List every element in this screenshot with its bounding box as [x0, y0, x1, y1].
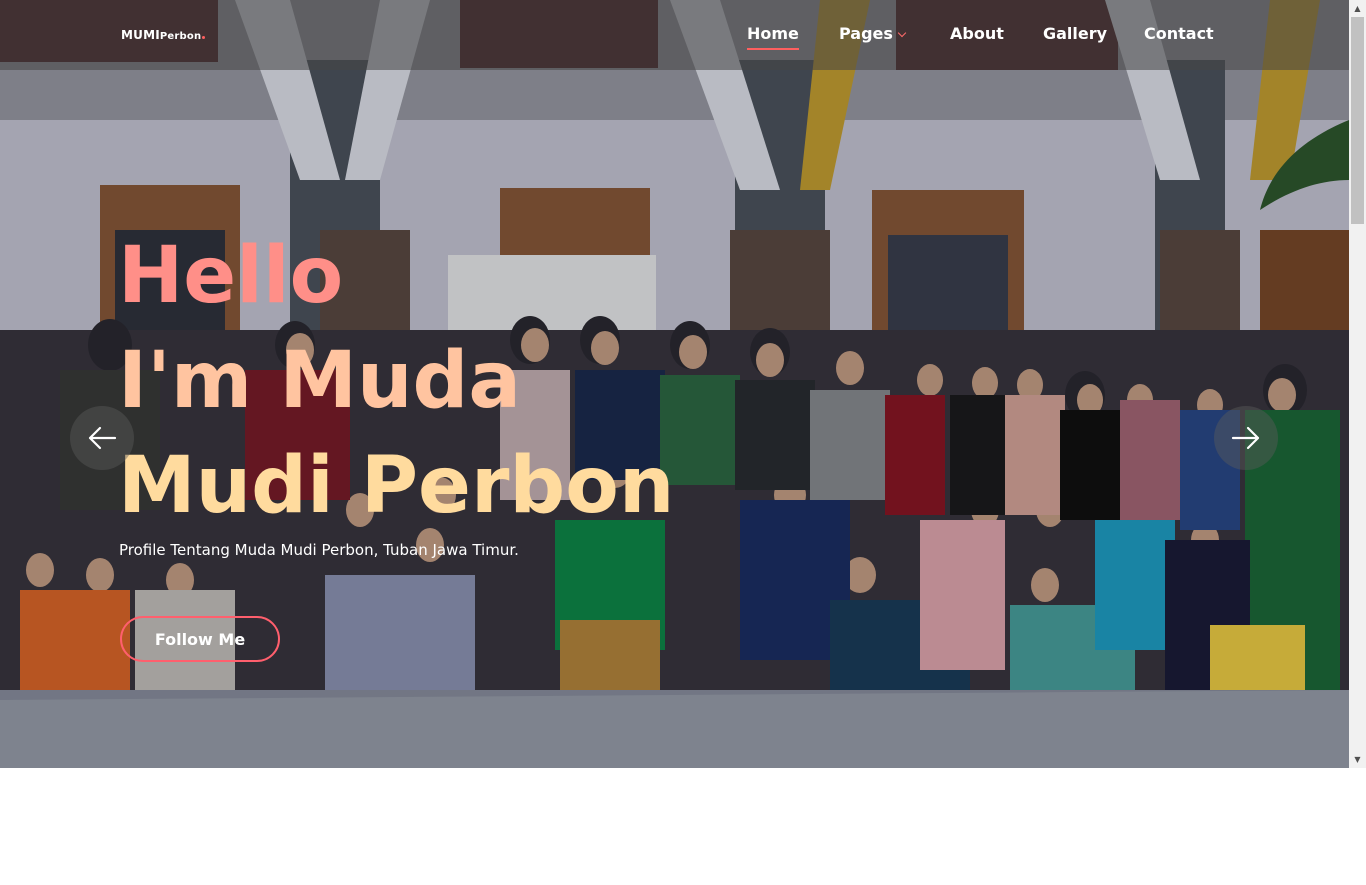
scrollbar-thumb[interactable]	[1351, 17, 1364, 224]
nav-pages-label: Pages	[839, 24, 893, 43]
arrow-right-icon	[1231, 426, 1260, 450]
nav-about[interactable]: About	[950, 24, 1004, 43]
hero-title-line-3: Mudi Perbon	[118, 441, 675, 531]
hero-title: Hello I'm Muda Mudi Perbon	[118, 224, 674, 539]
brand-logo[interactable]: MUMIPerbon	[121, 28, 206, 42]
top-navbar: MUMIPerbon Home Pages About Gallery Cont…	[0, 0, 1349, 70]
brand-dot-icon	[202, 36, 206, 39]
nav-contact[interactable]: Contact	[1144, 24, 1214, 43]
brand-name: MUMI	[121, 28, 160, 42]
page: MUMIPerbon Home Pages About Gallery Cont…	[0, 0, 1366, 885]
nav-home[interactable]: Home	[747, 24, 799, 50]
vertical-scrollbar[interactable]: ▲ ▼	[1349, 0, 1366, 768]
chevron-down-icon	[897, 28, 907, 38]
hero-title-line-1: Hello	[118, 231, 344, 321]
scroll-up-icon[interactable]: ▲	[1349, 0, 1366, 17]
hero-slider: MUMIPerbon Home Pages About Gallery Cont…	[0, 0, 1349, 768]
scroll-down-icon[interactable]: ▼	[1349, 751, 1366, 768]
brand-sub: Perbon	[159, 31, 202, 42]
hero-subtitle: Profile Tentang Muda Mudi Perbon, Tuban …	[119, 541, 519, 559]
page-content-below	[0, 768, 1366, 885]
hero-title-line-2: I'm Muda	[118, 336, 521, 426]
follow-me-button[interactable]: Follow Me	[120, 616, 280, 662]
slider-next-button[interactable]	[1214, 406, 1278, 470]
nav-gallery[interactable]: Gallery	[1043, 24, 1107, 43]
slider-prev-button[interactable]	[70, 406, 134, 470]
arrow-left-icon	[88, 426, 117, 450]
nav-pages[interactable]: Pages	[839, 24, 907, 43]
